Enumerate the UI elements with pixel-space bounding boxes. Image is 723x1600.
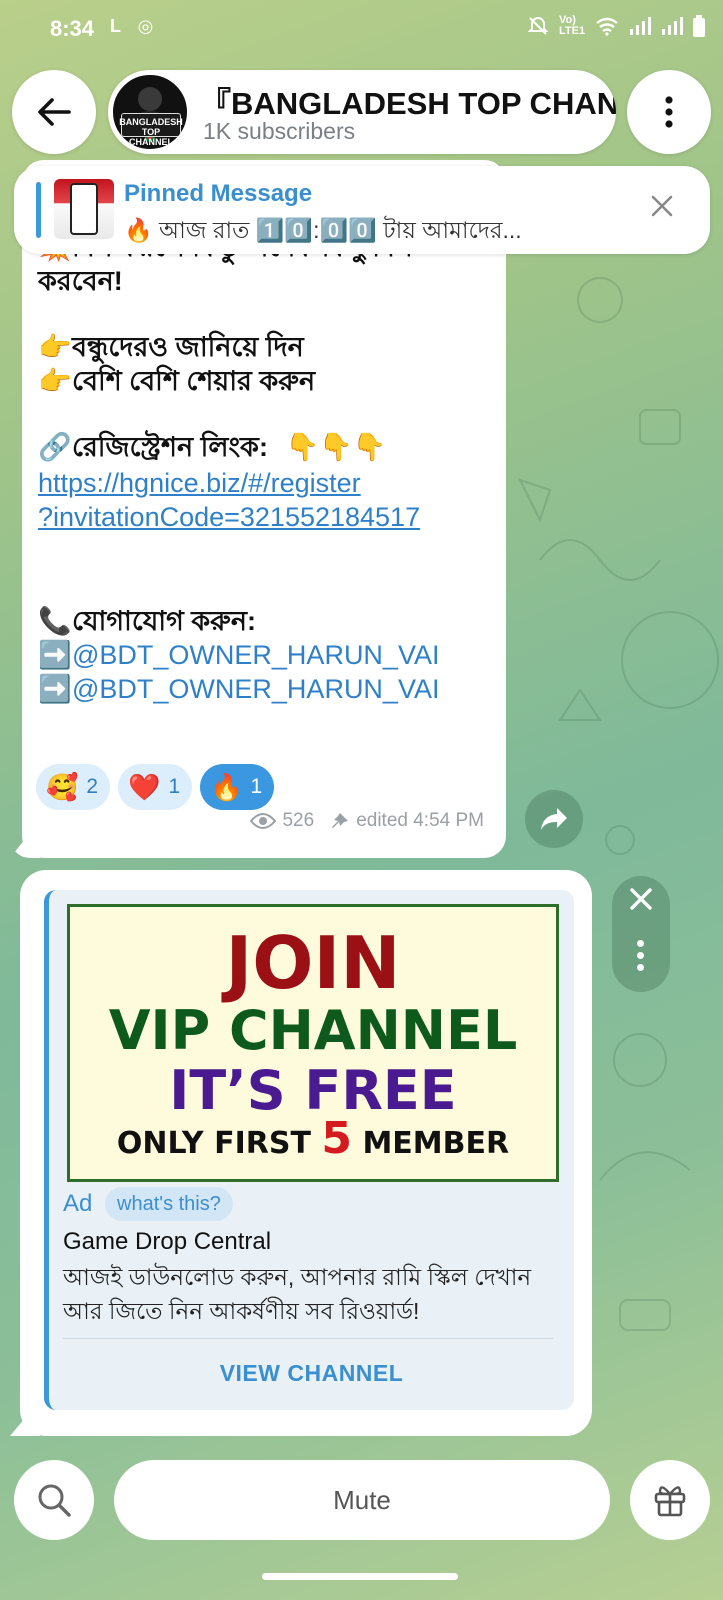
arrow-left-icon [38,98,71,126]
status-right-icons: Vo) LTE1 [527,15,705,37]
pin-icon [332,813,349,828]
ad-image-vip: VIP CHANNEL [108,999,518,1062]
registration-link-line-2[interactable]: ?invitationCode=321552184517 [38,500,420,535]
mute-button[interactable]: Mute [114,1460,610,1540]
registration-label: 🔗রেজিস্ট্রেশন লিংক: 👇👇👇 [38,430,386,465]
registration-link-line-1[interactable]: https://hgnice.biz/#/register [38,466,361,501]
pinned-title: Pinned Message [124,180,313,207]
mention-link[interactable]: ➡️@BDT_OWNER_HARUN_VAI [38,672,439,707]
avatar-text: BANGLADESH TOP CHANNEL [119,117,183,147]
pinned-indicator [36,182,41,238]
signal-icon [630,17,651,35]
ad-card[interactable]: JOIN VIP CHANNEL IT’S FREE ONLY FIRST 5 … [44,890,574,1410]
reaction-heart[interactable]: ❤️ 1 [118,764,193,810]
ad-label: Ad [63,1190,93,1217]
contact-label: 📞যোগাযোগ করুন: [38,604,256,639]
share-arrow-icon [541,808,567,830]
link-emoji: 🔗 [38,432,72,462]
signal-icon-2 [662,17,683,35]
mention-link[interactable]: ➡️@BDT_OWNER_HARUN_VAI [38,638,439,673]
search-button[interactable] [14,1460,94,1540]
phone-emoji: 📞 [38,606,72,636]
eye-icon [250,813,277,829]
view-channel-button[interactable]: VIEW CHANNEL [49,1360,574,1387]
reactions-row: 🥰 2 ❤️ 1 🔥 1 [36,764,275,810]
reaction-fire[interactable]: 🔥 1 [200,764,275,810]
pointer-emoji: 👉 [38,366,72,396]
ad-sponsor-name: Game Drop Central [63,1228,272,1255]
more-options-button[interactable] [627,70,711,154]
mute-notification-icon [527,16,549,35]
status-time: 8:34 [50,16,95,41]
network-label: Vo) LTE1 [559,14,586,37]
arrow-right-emoji: ➡️ [38,674,72,704]
battery-icon [693,15,705,37]
gift-icon [654,1486,686,1517]
close-ad-button[interactable] [628,886,654,920]
close-icon [651,195,673,217]
back-button[interactable] [12,70,96,154]
post-line-4: 👉বেশি বেশি শেয়ার করুন [38,364,315,399]
sponsored-message[interactable]: JOIN VIP CHANNEL IT’S FREE ONLY FIRST 5 … [20,870,592,1436]
pointing-down-emoji: 👇👇👇 [285,432,387,462]
home-indicator[interactable] [262,1573,458,1580]
ad-image-join: JOIN [225,921,401,1005]
more-vertical-icon [665,96,673,128]
edited-time: edited 4:54 PM [356,810,484,831]
status-bar: 8:34 L ◎ Vo) LTE1 [0,0,723,58]
pointer-emoji: 👉 [38,332,72,362]
ad-image-offer: ONLY FIRST 5 MEMBER [116,1113,510,1164]
gift-button[interactable] [630,1460,710,1540]
wifi-icon [596,17,618,36]
post-meta: 526 edited 4:54 PM [250,810,484,832]
ad-controls [612,876,670,992]
close-icon [630,888,652,910]
pinned-preview: 🔥 আজ রাত 1️⃣0️⃣:0️⃣0️⃣ টায় আমাদের... [124,217,522,243]
ad-more-button[interactable] [637,940,645,976]
forward-button[interactable] [525,790,583,848]
channel-avatar[interactable]: BANGLADESH TOP CHANNEL [110,72,190,152]
post-line-2: করবেন! [38,266,123,296]
subscriber-count: 1K subscribers [203,118,356,144]
channel-post[interactable]: 💥মিস করলে কিন্তু অনেক কিছু মিস করবেন! 👉ব… [22,160,506,858]
pinned-message-bar[interactable]: Pinned Message 🔥 আজ রাত 1️⃣0️⃣:0️⃣0️⃣ টা… [14,166,710,254]
search-icon [38,1484,71,1517]
post-line-3: 👉বন্ধুদেরও জানিয়ে দিন [38,330,304,365]
ad-image[interactable]: JOIN VIP CHANNEL IT’S FREE ONLY FIRST 5 … [67,904,559,1182]
channel-title: 『BANGLADESH TOP CHANNEL [200,86,616,121]
ad-divider [63,1338,553,1339]
view-count: 526 [282,810,315,831]
whats-this-button[interactable]: what's this? [105,1187,233,1221]
close-pinned-button[interactable] [650,192,674,226]
pinned-thumbnail [54,179,114,239]
status-left-icons: L ◎ [110,16,160,36]
channel-header[interactable]: BANGLADESH TOP CHANNEL 『BANGLADESH TOP C… [108,70,616,154]
ad-description: আজই ডাউনলোড করুন, আপনার রামি স্কিল দেখান… [63,1264,532,1324]
arrow-right-emoji: ➡️ [38,640,72,670]
reaction-smiling-hearts[interactable]: 🥰 2 [36,764,111,810]
